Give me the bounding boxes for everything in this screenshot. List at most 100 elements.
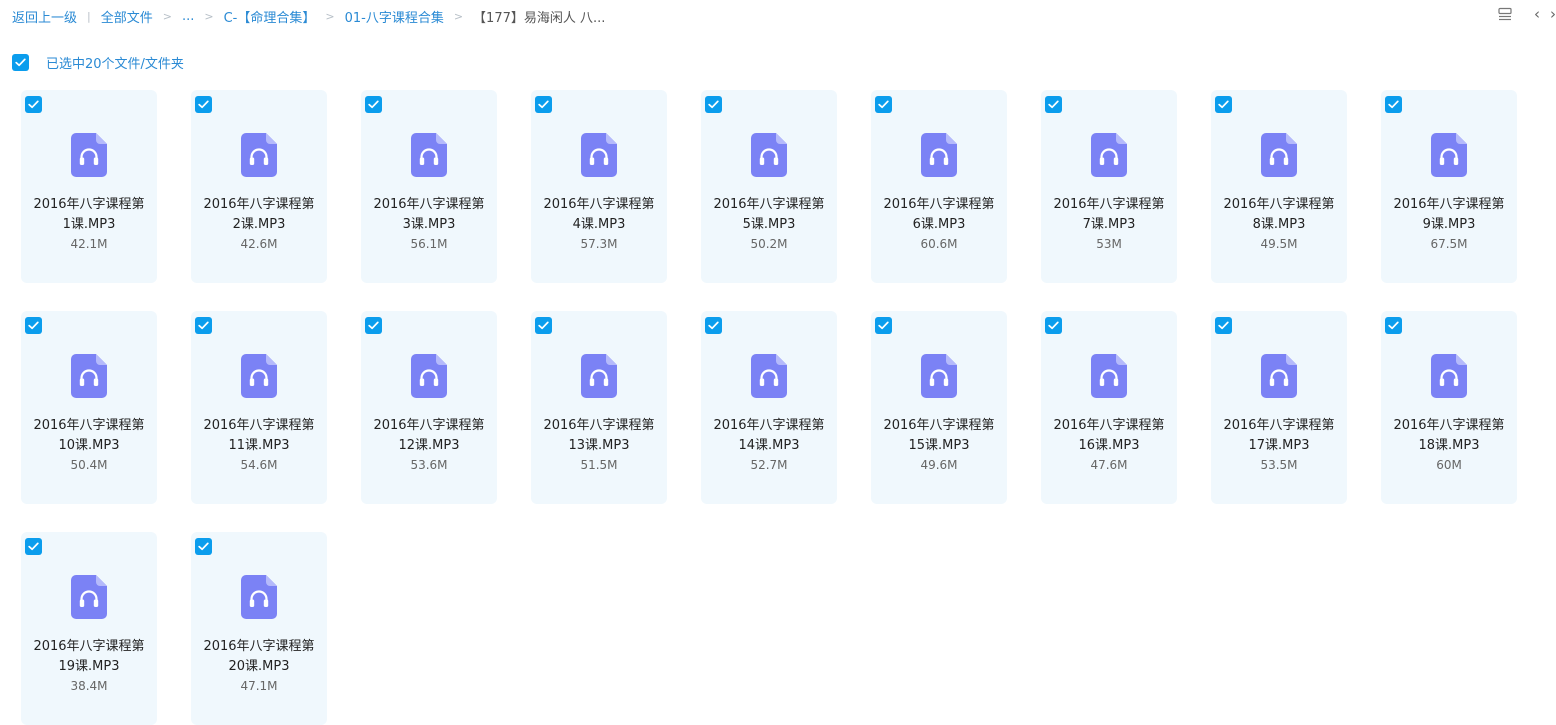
file-checkbox[interactable] (875, 96, 892, 113)
file-name-line-1: 2016年八字课程第 (1053, 418, 1165, 433)
file-checkbox[interactable] (875, 317, 892, 334)
list-view-icon[interactable] (1498, 7, 1512, 21)
breadcrumb-folder-2[interactable]: 01-八字课程合集 (345, 7, 444, 26)
file-card[interactable]: 2016年八字课程第 15课.MP3 49.6M (871, 311, 1007, 504)
top-right-tools: ‹ › (1498, 5, 1556, 23)
file-size: 56.1M (410, 237, 448, 251)
file-name-line-2: 1课.MP3 (62, 217, 116, 232)
check-icon (1048, 321, 1059, 330)
file-checkbox[interactable] (365, 317, 382, 334)
file-name: 2016年八字课程第 4课.MP3 (535, 195, 663, 235)
file-name: 2016年八字课程第 20课.MP3 (195, 637, 323, 677)
file-checkbox[interactable] (1215, 96, 1232, 113)
file-card[interactable]: 2016年八字课程第 7课.MP3 53M (1041, 90, 1177, 283)
file-name-line-1: 2016年八字课程第 (373, 197, 485, 212)
file-size: 50.4M (70, 458, 108, 472)
file-checkbox[interactable] (365, 96, 382, 113)
breadcrumb: 返回上一级 | 全部文件 > ... > C-【命理合集】 > 01-八字课程合… (12, 7, 606, 26)
file-name: 2016年八字课程第 12课.MP3 (365, 416, 493, 456)
file-card[interactable]: 2016年八字课程第 4课.MP3 57.3M (531, 90, 667, 283)
file-checkbox[interactable] (705, 317, 722, 334)
file-name-line-2: 7课.MP3 (1082, 217, 1136, 232)
file-checkbox[interactable] (1385, 96, 1402, 113)
file-size: 54.6M (240, 458, 278, 472)
file-checkbox[interactable] (195, 538, 212, 555)
check-icon (538, 100, 549, 109)
file-card[interactable]: 2016年八字课程第 11课.MP3 54.6M (191, 311, 327, 504)
file-name-line-1: 2016年八字课程第 (883, 418, 995, 433)
file-checkbox[interactable] (1045, 96, 1062, 113)
file-checkbox[interactable] (25, 538, 42, 555)
file-checkbox[interactable] (535, 96, 552, 113)
back-link[interactable]: 返回上一级 (12, 7, 77, 26)
file-card[interactable]: 2016年八字课程第 13课.MP3 51.5M (531, 311, 667, 504)
breadcrumb-current: 【177】易海闲人 八... (473, 10, 606, 26)
file-card[interactable]: 2016年八字课程第 1课.MP3 42.1M (21, 90, 157, 283)
file-checkbox[interactable] (1385, 317, 1402, 334)
audio-file-icon (71, 133, 107, 177)
check-icon (198, 542, 209, 551)
file-checkbox[interactable] (1045, 317, 1062, 334)
file-card[interactable]: 2016年八字课程第 12课.MP3 53.6M (361, 311, 497, 504)
breadcrumb-all-files[interactable]: 全部文件 (101, 7, 153, 26)
file-checkbox[interactable] (195, 96, 212, 113)
audio-file-icon (241, 354, 277, 398)
file-size: 49.6M (920, 458, 958, 472)
file-name-line-1: 2016年八字课程第 (883, 197, 995, 212)
file-card[interactable]: 2016年八字课程第 16课.MP3 47.6M (1041, 311, 1177, 504)
file-size: 38.4M (70, 679, 108, 693)
check-icon (28, 542, 39, 551)
chevron-right-icon: > (453, 9, 464, 23)
file-name-line-1: 2016年八字课程第 (543, 197, 655, 212)
chevron-left-icon[interactable]: ‹ (1534, 5, 1540, 23)
audio-file-icon (1091, 354, 1127, 398)
file-card[interactable]: 2016年八字课程第 5课.MP3 50.2M (701, 90, 837, 283)
file-name-line-2: 19课.MP3 (58, 659, 120, 674)
audio-file-icon (1091, 133, 1127, 177)
chevron-right-icon: > (325, 9, 335, 23)
file-checkbox[interactable] (705, 96, 722, 113)
check-icon (538, 321, 549, 330)
file-card[interactable]: 2016年八字课程第 9课.MP3 67.5M (1381, 90, 1517, 283)
check-icon (1218, 321, 1229, 330)
file-card[interactable]: 2016年八字课程第 6课.MP3 60.6M (871, 90, 1007, 283)
file-name-line-2: 17课.MP3 (1248, 438, 1310, 453)
separator-bar: | (87, 9, 91, 23)
file-size: 42.6M (240, 237, 278, 251)
file-card[interactable]: 2016年八字课程第 17课.MP3 53.5M (1211, 311, 1347, 504)
select-all-checkbox[interactable] (12, 53, 29, 71)
breadcrumb-ellipsis[interactable]: ... (182, 9, 194, 24)
file-card[interactable]: 2016年八字课程第 14课.MP3 52.7M (701, 311, 837, 504)
audio-file-icon (411, 354, 447, 398)
file-name: 2016年八字课程第 10课.MP3 (25, 416, 153, 456)
file-size: 51.5M (580, 458, 618, 472)
file-name: 2016年八字课程第 11课.MP3 (195, 416, 323, 456)
file-name-line-2: 15课.MP3 (908, 438, 970, 453)
file-checkbox[interactable] (535, 317, 552, 334)
file-checkbox[interactable] (25, 96, 42, 113)
audio-file-icon (71, 354, 107, 398)
file-name: 2016年八字课程第 5课.MP3 (705, 195, 833, 235)
audio-file-icon (581, 354, 617, 398)
file-card[interactable]: 2016年八字课程第 3课.MP3 56.1M (361, 90, 497, 283)
audio-file-icon (411, 133, 447, 177)
breadcrumb-folder-1[interactable]: C-【命理合集】 (224, 7, 316, 26)
file-size: 57.3M (580, 237, 618, 251)
file-name-line-2: 20课.MP3 (228, 659, 290, 674)
chevron-right-icon[interactable]: › (1550, 5, 1556, 23)
file-name-line-1: 2016年八字课程第 (713, 197, 825, 212)
file-name: 2016年八字课程第 3课.MP3 (365, 195, 493, 235)
file-card[interactable]: 2016年八字课程第 18课.MP3 60M (1381, 311, 1517, 504)
file-card[interactable]: 2016年八字课程第 8课.MP3 49.5M (1211, 90, 1347, 283)
file-checkbox[interactable] (25, 317, 42, 334)
file-name: 2016年八字课程第 7课.MP3 (1045, 195, 1173, 235)
file-checkbox[interactable] (195, 317, 212, 334)
file-card[interactable]: 2016年八字课程第 19课.MP3 38.4M (21, 532, 157, 725)
file-card[interactable]: 2016年八字课程第 2课.MP3 42.6M (191, 90, 327, 283)
audio-file-icon (1431, 354, 1467, 398)
file-card[interactable]: 2016年八字课程第 20课.MP3 47.1M (191, 532, 327, 725)
file-card[interactable]: 2016年八字课程第 10课.MP3 50.4M (21, 311, 157, 504)
file-name-line-2: 5课.MP3 (742, 217, 796, 232)
file-name-line-2: 6课.MP3 (912, 217, 966, 232)
file-checkbox[interactable] (1215, 317, 1232, 334)
